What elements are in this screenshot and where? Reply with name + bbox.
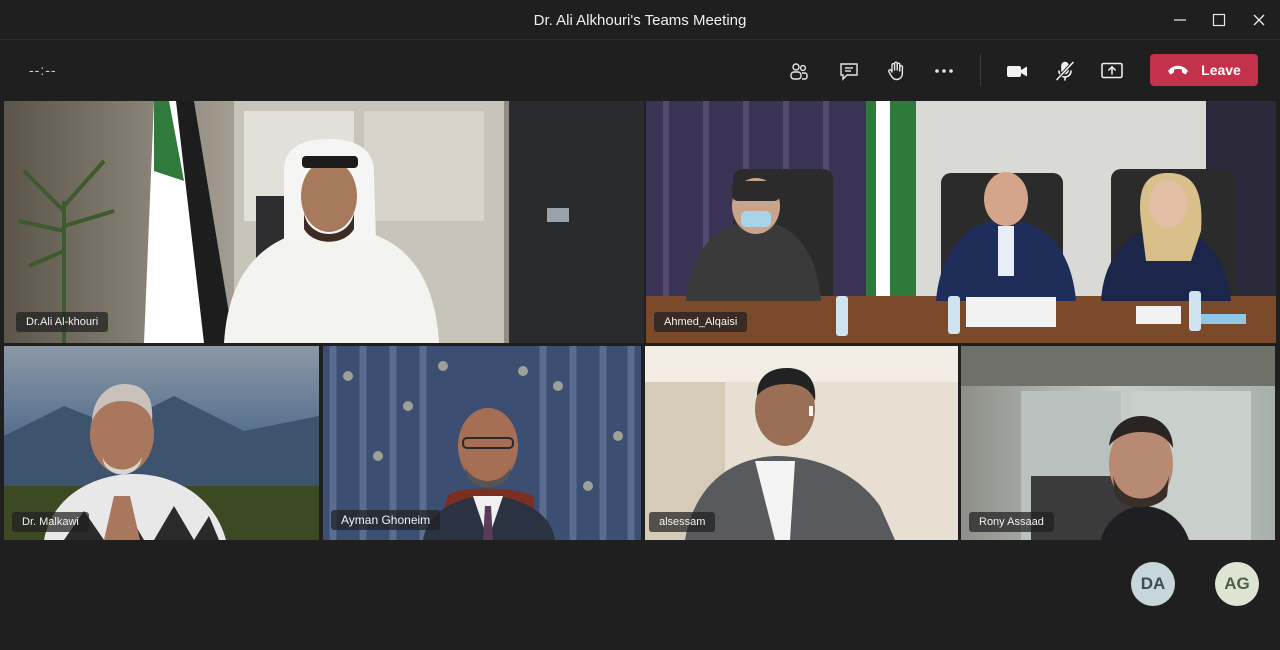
meeting-toolbar: --:-- Leave xyxy=(0,40,1280,100)
participant-name: Rony Assaad xyxy=(969,512,1054,532)
participant-avatar[interactable]: DA xyxy=(1131,562,1175,606)
participant-name: Ahmed_Alqaisi xyxy=(654,312,748,332)
video-tile[interactable]: alsessam xyxy=(645,346,958,540)
hang-up-icon xyxy=(1168,65,1189,75)
leave-button[interactable]: Leave xyxy=(1150,54,1258,86)
camera-icon[interactable] xyxy=(1004,58,1030,84)
video-feed xyxy=(646,101,1276,343)
microphone-muted-icon[interactable] xyxy=(1052,58,1078,84)
title-bar: Dr. Ali Alkhouri's Teams Meeting xyxy=(0,0,1280,40)
maximize-icon[interactable] xyxy=(1207,8,1231,32)
video-tile[interactable]: Ahmed_Alqaisi xyxy=(646,101,1276,343)
video-feed xyxy=(4,101,644,343)
chat-icon[interactable] xyxy=(836,58,862,84)
video-tile[interactable]: Ayman Ghoneim xyxy=(323,346,641,540)
avatar-initials: AG xyxy=(1224,574,1250,593)
toolbar-divider xyxy=(980,54,981,86)
window-title: Dr. Ali Alkhouri's Teams Meeting xyxy=(533,12,747,29)
video-tile[interactable]: Dr.Ali Al-khouri xyxy=(4,101,644,343)
avatar-initials: DA xyxy=(1140,574,1166,593)
meeting-timer: --:-- xyxy=(29,62,57,78)
more-options-icon[interactable] xyxy=(931,58,957,84)
participant-name: Dr. Malkawi xyxy=(12,512,89,532)
minimize-icon[interactable] xyxy=(1168,8,1192,32)
participant-name: Dr.Ali Al-khouri xyxy=(16,312,109,332)
share-screen-icon[interactable] xyxy=(1099,58,1125,84)
video-feed xyxy=(961,346,1275,540)
video-tile[interactable]: Rony Assaad xyxy=(961,346,1275,540)
participant-name: alsessam xyxy=(649,512,716,532)
leave-label: Leave xyxy=(1201,62,1241,78)
video-feed xyxy=(4,346,319,540)
participant-avatar[interactable]: AG xyxy=(1215,562,1259,606)
participants-icon[interactable] xyxy=(786,58,812,84)
video-feed xyxy=(645,346,958,540)
participant-name: Ayman Ghoneim xyxy=(331,510,441,530)
raise-hand-icon[interactable] xyxy=(883,58,909,84)
close-icon[interactable] xyxy=(1247,8,1271,32)
video-tile[interactable]: Dr. Malkawi xyxy=(4,346,319,540)
